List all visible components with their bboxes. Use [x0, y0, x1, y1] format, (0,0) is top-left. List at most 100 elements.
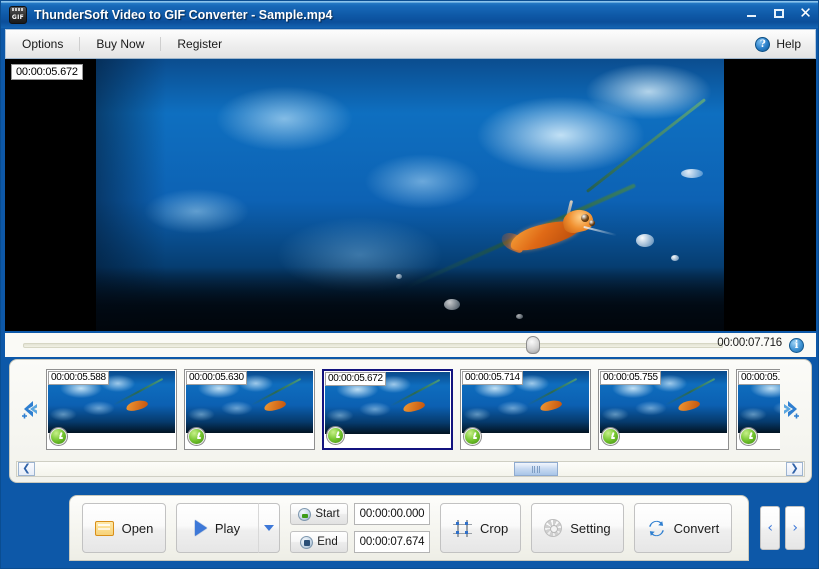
seek-bar-row: 00:00:07.716 i	[5, 333, 816, 357]
play-triangle-icon	[194, 520, 207, 536]
video-frame-image	[96, 59, 724, 331]
folder-icon	[94, 520, 114, 536]
open-button-label: Open	[121, 520, 154, 536]
krill-antenna	[583, 225, 617, 237]
scrollbar-thumb[interactable]	[514, 462, 558, 476]
grip-line	[539, 465, 541, 473]
video-bubble	[396, 274, 402, 279]
end-time-row: End 00:00:07.674	[290, 531, 430, 553]
nav-prev-button[interactable]: ‹	[760, 506, 781, 550]
open-button[interactable]: Open	[82, 503, 166, 553]
gif-app-icon-sprockets	[12, 7, 24, 11]
title-bar: GIF ThunderSoft Video to GIF Converter -…	[1, 1, 818, 28]
scroll-right-button[interactable]: ❯	[786, 462, 803, 476]
grip-line	[534, 465, 536, 473]
thumbnail-list: 00:00:05.588 00:00:05.630 00:00:05.672 0…	[46, 369, 780, 450]
info-icon[interactable]: i	[789, 338, 804, 353]
double-chevron-left-icon	[22, 401, 37, 419]
end-time-input[interactable]: 00:00:07.674	[354, 531, 430, 553]
crop-button-label: Crop	[480, 520, 509, 536]
application-window: GIF ThunderSoft Video to GIF Converter -…	[0, 0, 819, 569]
gif-app-icon-label: GIF	[11, 13, 25, 21]
scroll-left-button[interactable]: ❮	[18, 462, 35, 476]
menu-bar: Options Buy Now Register ? Help	[5, 29, 816, 59]
nav-next-button[interactable]: ›	[785, 506, 806, 550]
seek-track[interactable]	[23, 343, 723, 348]
video-bubble	[671, 255, 679, 261]
menu-item-options[interactable]: Options	[6, 30, 79, 58]
help-label: Help	[776, 37, 801, 51]
set-end-button[interactable]: End	[290, 531, 348, 553]
thumbnail-krill	[677, 398, 701, 413]
clock-start-icon	[298, 507, 312, 521]
chevron-down-icon	[264, 525, 274, 531]
close-button[interactable]: ✕	[797, 5, 814, 21]
krill-eye	[581, 214, 589, 222]
thumbnail-item[interactable]: 00:00:05.755	[598, 369, 729, 450]
menu-item-buy-now[interactable]: Buy Now	[80, 30, 160, 58]
strip-prev-arrow[interactable]	[16, 396, 42, 426]
thumbnail-clock-badge[interactable]	[327, 427, 344, 444]
seek-thumb[interactable]	[526, 336, 540, 354]
start-time-input[interactable]: 00:00:00.000	[354, 503, 430, 525]
video-kelp-strand-2	[585, 98, 707, 193]
trim-time-controls: Start 00:00:00.000 End 00:00:07.674	[290, 503, 430, 553]
video-krill-subject	[498, 200, 617, 262]
thumbnail-time-label: 00:00:05.672	[325, 372, 386, 386]
chevron-left-icon: ❮	[22, 463, 31, 474]
thumbnail-item[interactable]: 00:00:05.588	[46, 369, 177, 450]
thumbnail-krill	[125, 398, 149, 413]
thumbnail-viewport: 00:00:05.588 00:00:05.630 00:00:05.672 0…	[43, 366, 780, 460]
thumbnail-scrollbar[interactable]: ❮ ❯	[16, 461, 805, 477]
thumbnail-clock-badge[interactable]	[50, 428, 67, 445]
clock-end-icon	[300, 535, 314, 549]
thumbnail-time-label: 00:00:05.714	[462, 371, 523, 385]
play-button-group: Play	[176, 503, 280, 553]
double-chevron-right-icon	[784, 401, 799, 419]
thumbnail-krill	[539, 398, 563, 413]
video-bubble	[516, 314, 523, 319]
set-start-button[interactable]: Start	[290, 503, 348, 525]
minimize-button[interactable]	[743, 5, 760, 21]
setting-button-label: Setting	[570, 520, 611, 536]
grip-line	[536, 465, 538, 473]
video-timestamp-overlay: 00:00:05.672	[11, 64, 83, 80]
convert-button[interactable]: Convert	[633, 503, 733, 553]
start-button-label: Start	[315, 508, 340, 520]
help-button[interactable]: ? Help	[755, 36, 815, 52]
thumbnail-item-selected[interactable]: 00:00:05.672	[322, 369, 453, 450]
window-title: ThunderSoft Video to GIF Converter - Sam…	[34, 7, 333, 22]
question-mark-icon: ?	[755, 36, 771, 52]
maximize-icon	[773, 8, 784, 18]
thumbnail-strip-panel: 00:00:05.588 00:00:05.630 00:00:05.672 0…	[9, 359, 812, 483]
strip-next-arrow[interactable]	[779, 396, 805, 426]
menu-item-register[interactable]: Register	[161, 30, 238, 58]
gif-app-icon: GIF	[9, 5, 27, 24]
start-time-row: Start 00:00:00.000	[290, 503, 430, 525]
thumbnail-clock-badge[interactable]	[464, 428, 481, 445]
thumbnail-clock-badge[interactable]	[188, 428, 205, 445]
setting-button[interactable]: Setting	[531, 503, 624, 553]
crop-button[interactable]: Crop	[440, 503, 522, 553]
convert-button-label: Convert	[673, 520, 720, 536]
chevron-right-icon: ❯	[790, 463, 799, 474]
grip-line	[531, 465, 533, 473]
thumbnail-krill	[402, 399, 426, 414]
video-bubble	[444, 299, 460, 310]
play-button[interactable]: Play	[176, 503, 258, 553]
video-bubble	[681, 169, 703, 178]
end-button-label: End	[317, 536, 338, 548]
play-button-label: Play	[214, 520, 241, 536]
play-dropdown-button[interactable]	[258, 503, 280, 553]
thumbnail-time-label: 00:00:05.	[738, 371, 780, 385]
total-duration-label: 00:00:07.716	[717, 337, 782, 349]
thumbnail-clock-badge[interactable]	[602, 428, 619, 445]
maximize-button[interactable]	[770, 5, 787, 21]
bottom-toolbar: Open Play Start 00:00:00.000 End 00:00:0…	[69, 495, 806, 561]
thumbnail-item[interactable]: 00:00:05.714	[460, 369, 591, 450]
thumbnail-clock-badge[interactable]	[740, 428, 757, 445]
thumbnail-time-label: 00:00:05.630	[186, 371, 247, 385]
video-preview-area[interactable]: 00:00:05.672	[5, 59, 816, 331]
thumbnail-item[interactable]: 00:00:05.	[736, 369, 780, 450]
thumbnail-item[interactable]: 00:00:05.630	[184, 369, 315, 450]
